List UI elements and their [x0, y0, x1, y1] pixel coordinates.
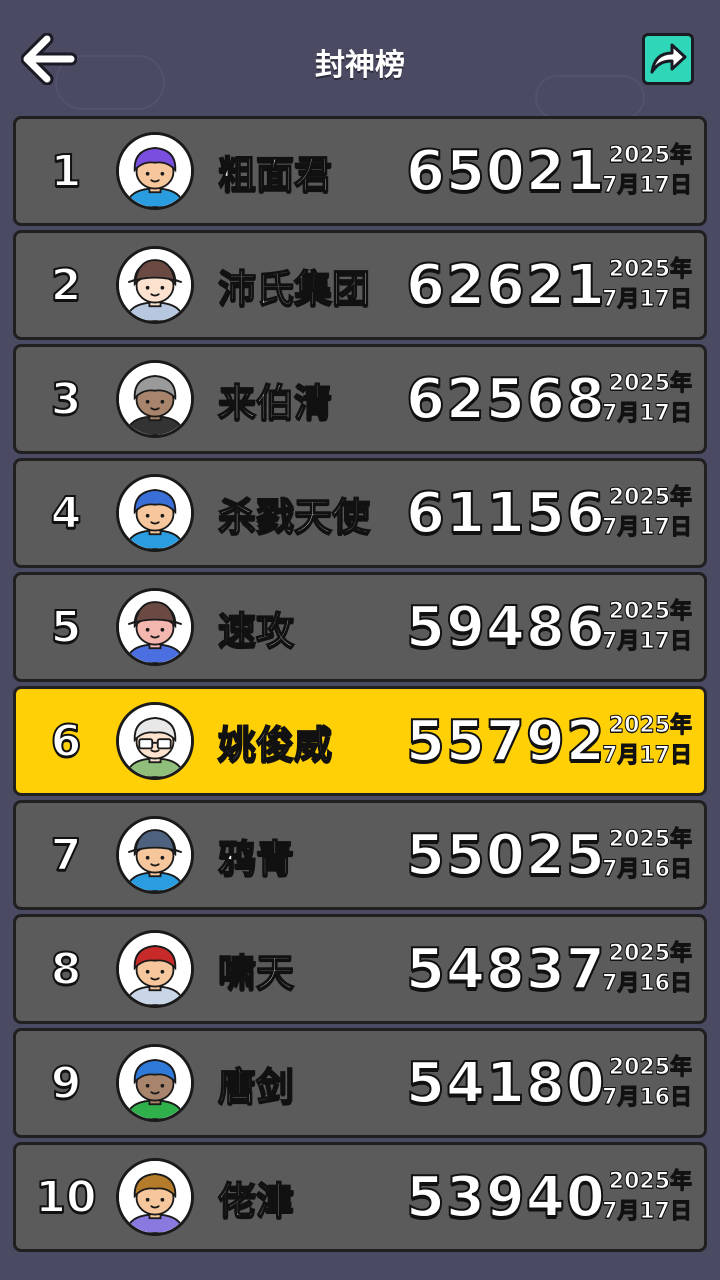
player-avatar [116, 816, 194, 894]
leaderboard-row: 4 杀戮天使 61156 2025年 7月17日 [13, 458, 707, 568]
leaderboard-row: 8 啸天 54837 2025年 7月16日 [13, 914, 707, 1024]
record-year: 2025年 [608, 713, 692, 739]
record-date: 2025年 7月17日 [602, 1145, 693, 1249]
share-arrow-icon [650, 43, 687, 74]
record-date: 2025年 7月17日 [602, 347, 693, 451]
record-date: 2025年 7月16日 [602, 803, 693, 907]
player-score: 62621 [405, 252, 606, 319]
record-year: 2025年 [608, 485, 692, 511]
rank-number: 6 [50, 715, 83, 768]
player-avatar [116, 702, 194, 780]
player-score: 65021 [405, 138, 606, 205]
player-avatar [116, 1044, 194, 1122]
record-date: 2025年 7月17日 [602, 575, 693, 679]
record-year: 2025年 [608, 1169, 692, 1195]
rank-number: 8 [50, 943, 83, 996]
leaderboard-row: 2 沛氏集团 62621 2025年 7月17日 [13, 230, 707, 340]
record-date: 2025年 7月17日 [602, 119, 693, 223]
share-button[interactable] [642, 33, 694, 85]
rank-number: 10 [34, 1171, 97, 1224]
player-avatar [116, 246, 194, 324]
player-score: 62568 [405, 366, 606, 433]
player-score: 54837 [405, 936, 606, 1003]
record-year: 2025年 [608, 941, 692, 967]
record-day: 7月17日 [602, 743, 693, 769]
record-day: 7月16日 [602, 857, 693, 883]
record-day: 7月17日 [602, 629, 693, 655]
record-date: 2025年 7月17日 [602, 461, 693, 565]
leaderboard-row: 5 速攻 59486 2025年 7月17日 [13, 572, 707, 682]
record-year: 2025年 [608, 143, 692, 169]
leaderboard-row: 1 粗面君 65021 2025年 7月17日 [13, 116, 707, 226]
player-name: 啸天 [217, 950, 295, 996]
record-day: 7月17日 [602, 1199, 693, 1225]
player-name: 杀戮天使 [217, 494, 371, 540]
player-name: 来伯清 [217, 380, 333, 426]
player-score: 59486 [405, 594, 606, 661]
rank-number: 5 [50, 601, 83, 654]
record-day: 7月17日 [602, 287, 693, 313]
rank-number: 1 [50, 145, 83, 198]
player-score: 55792 [405, 708, 606, 775]
record-date: 2025年 7月17日 [602, 689, 693, 793]
player-name: 速攻 [217, 608, 295, 654]
player-name: 姚俊威 [217, 722, 333, 768]
record-date: 2025年 7月17日 [602, 233, 693, 337]
player-name: 沛氏集团 [217, 266, 371, 312]
player-avatar [116, 360, 194, 438]
leaderboard-row-current-player: 6 姚俊威 55792 2025年 7月17日 [13, 686, 707, 796]
player-score: 61156 [405, 480, 606, 547]
record-date: 2025年 7月16日 [602, 917, 693, 1021]
player-score: 55025 [405, 822, 606, 889]
record-day: 7月17日 [602, 173, 693, 199]
player-avatar [116, 474, 194, 552]
player-avatar [116, 1158, 194, 1236]
leaderboard-row: 3 来伯清 62568 2025年 7月17日 [13, 344, 707, 454]
player-name: 唐剑 [217, 1064, 295, 1110]
rank-number: 7 [50, 829, 83, 882]
player-score: 54180 [405, 1050, 606, 1117]
leaderboard-row: 10 佬津 53940 2025年 7月17日 [13, 1142, 707, 1252]
player-name: 粗面君 [217, 152, 333, 198]
player-name: 佬津 [217, 1178, 295, 1224]
record-year: 2025年 [608, 1055, 692, 1081]
header-bar: 封神榜 [0, 0, 720, 116]
player-score: 53940 [405, 1164, 606, 1231]
rank-number: 9 [50, 1057, 83, 1110]
rank-number: 4 [50, 487, 83, 540]
record-year: 2025年 [608, 257, 692, 283]
record-day: 7月17日 [602, 401, 693, 427]
rank-number: 3 [50, 373, 83, 426]
leaderboard-list: 1 粗面君 65021 2025年 7月17日 2 沛氏集团 62621 202… [13, 116, 707, 1256]
record-year: 2025年 [608, 599, 692, 625]
player-avatar [116, 588, 194, 666]
leaderboard-row: 9 唐剑 54180 2025年 7月16日 [13, 1028, 707, 1138]
rank-number: 2 [50, 259, 83, 312]
leaderboard-row: 7 鸦青 55025 2025年 7月16日 [13, 800, 707, 910]
player-name: 鸦青 [217, 836, 295, 882]
record-day: 7月16日 [602, 1085, 693, 1111]
player-avatar [116, 930, 194, 1008]
record-day: 7月17日 [602, 515, 693, 541]
record-year: 2025年 [608, 371, 692, 397]
player-avatar [116, 132, 194, 210]
record-year: 2025年 [608, 827, 692, 853]
record-date: 2025年 7月16日 [602, 1031, 693, 1135]
record-day: 7月16日 [602, 971, 693, 997]
page-title: 封神榜 [315, 48, 405, 83]
